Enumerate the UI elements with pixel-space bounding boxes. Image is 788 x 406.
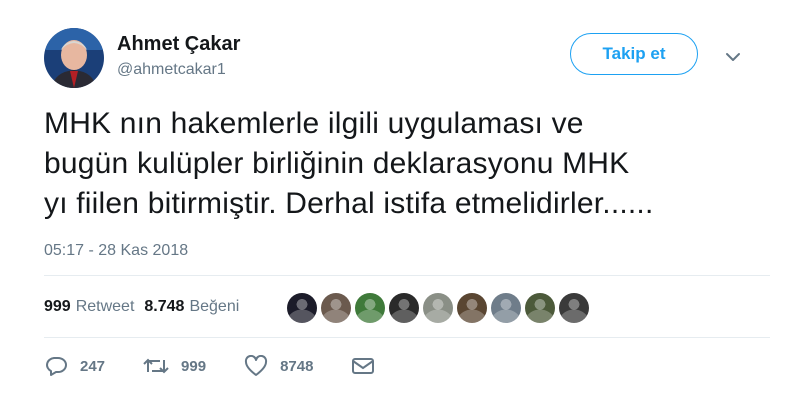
retweet-icon — [143, 358, 169, 374]
liker-avatar-7-icon[interactable] — [491, 293, 521, 323]
retweet-button[interactable]: 999 — [143, 355, 206, 377]
heart-icon — [245, 355, 268, 376]
liker-avatar-6-icon[interactable] — [457, 293, 487, 323]
retweet-stat-count: 999 — [44, 298, 71, 315]
chevron-down-icon[interactable] — [722, 49, 744, 65]
reply-button[interactable]: 247 — [44, 355, 105, 377]
liker-avatar-9-icon[interactable] — [559, 293, 589, 323]
liker-avatars — [287, 293, 593, 323]
liker-avatar-5-icon[interactable] — [423, 293, 453, 323]
envelope-icon — [352, 358, 375, 374]
divider — [44, 275, 770, 276]
liker-avatar-2-icon[interactable] — [321, 293, 351, 323]
liker-avatar-3-icon[interactable] — [355, 293, 385, 323]
message-button[interactable] — [351, 356, 387, 376]
author-avatar[interactable] — [44, 28, 104, 88]
user-avatar-icon — [44, 28, 104, 88]
tweet-text-line: MHK nın hakemlerle ilgili uygulaması ve — [44, 107, 584, 140]
author-display-name[interactable]: Ahmet Çakar — [117, 33, 240, 56]
tweet-text: MHK nın hakemlerle ilgili uygulaması ve … — [44, 104, 764, 224]
follow-button[interactable]: Takip et — [570, 33, 698, 75]
reply-count: 247 — [80, 357, 106, 375]
tweet-card: Ahmet Çakar @ahmetcakar1 Takip et MHK nı… — [0, 0, 788, 406]
tweet-actions: 247 999 8748 — [44, 355, 425, 377]
tweet-timestamp[interactable]: 05:17 - 28 Kas 2018 — [44, 242, 188, 260]
retweet-count: 999 — [181, 357, 207, 375]
author-handle[interactable]: @ahmetcakar1 — [117, 61, 226, 79]
tweet-stats: 999 Retweet 8.748 Beğeni — [44, 298, 249, 316]
like-count: 8748 — [280, 357, 314, 375]
liker-avatar-4-icon[interactable] — [389, 293, 419, 323]
like-stat-label: Beğeni — [189, 298, 240, 315]
like-stat-count: 8.748 — [144, 298, 185, 315]
retweet-stat[interactable]: 999 Retweet — [44, 298, 134, 316]
tweet-text-line: yı fiilen bitirmiştir. Derhal istifa etm… — [44, 187, 654, 220]
like-stat[interactable]: 8.748 Beğeni — [144, 298, 239, 316]
reply-icon — [46, 357, 67, 376]
tweet-text-line: bugün kulüpler birliğinin deklarasyonu M… — [44, 147, 630, 180]
retweet-stat-label: Retweet — [75, 298, 135, 315]
liker-avatar-8-icon[interactable] — [525, 293, 555, 323]
divider — [44, 337, 770, 338]
liker-avatar-1-icon[interactable] — [287, 293, 317, 323]
like-button[interactable]: 8748 — [244, 355, 313, 377]
